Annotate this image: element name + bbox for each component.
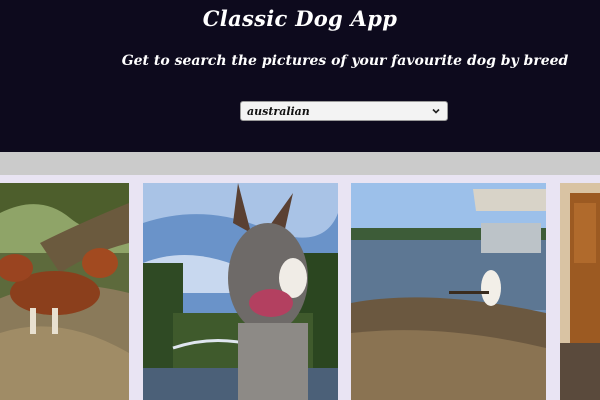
dog-gallery bbox=[0, 175, 600, 400]
breed-select[interactable]: australian bbox=[240, 101, 448, 121]
app-subtitle: Get to search the pictures of your favou… bbox=[121, 53, 569, 69]
separator-band bbox=[0, 152, 600, 175]
dog-photo-tree[interactable] bbox=[0, 183, 129, 400]
breed-select-value: australian bbox=[247, 104, 310, 118]
dog-photo-room[interactable] bbox=[560, 183, 600, 400]
app-title: Classic Dog App bbox=[202, 6, 398, 31]
chevron-down-icon bbox=[432, 108, 440, 114]
app-header: Classic Dog App Get to search the pictur… bbox=[0, 0, 600, 152]
dog-photo-portrait[interactable] bbox=[143, 183, 338, 400]
dog-photo-lake[interactable] bbox=[351, 183, 546, 400]
